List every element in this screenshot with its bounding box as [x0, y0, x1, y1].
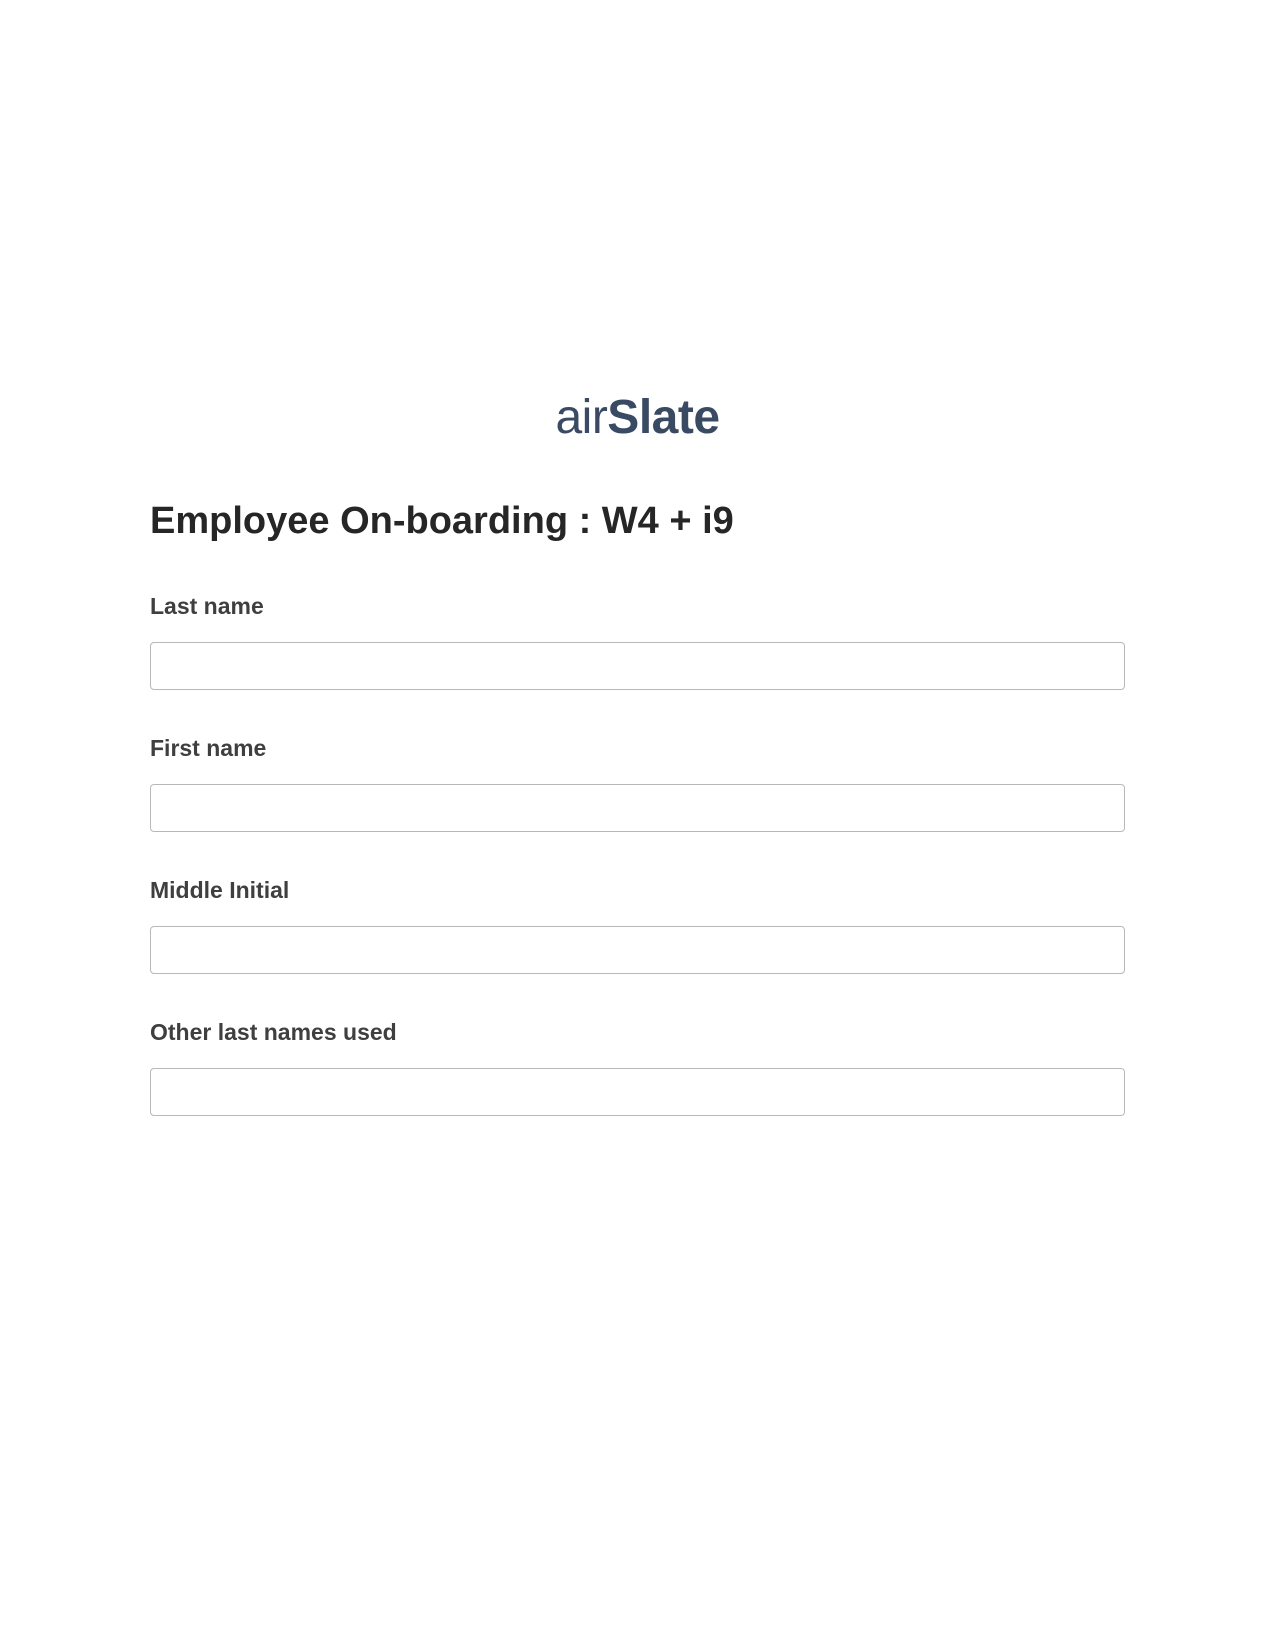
- form-title: Employee On-boarding : W4 + i9: [150, 500, 1125, 543]
- logo-suffix: Slate: [607, 391, 719, 444]
- brand-logo: airSlate: [555, 390, 719, 445]
- form-group-first-name: First name: [150, 735, 1125, 832]
- last-name-input[interactable]: [150, 642, 1125, 690]
- other-last-names-input[interactable]: [150, 1068, 1125, 1116]
- form-group-last-name: Last name: [150, 593, 1125, 690]
- last-name-label: Last name: [150, 593, 1125, 620]
- middle-initial-input[interactable]: [150, 926, 1125, 974]
- logo-wrapper: airSlate: [150, 390, 1125, 445]
- logo-prefix: air: [555, 391, 607, 444]
- middle-initial-label: Middle Initial: [150, 877, 1125, 904]
- other-last-names-label: Other last names used: [150, 1019, 1125, 1046]
- form-group-other-last-names: Other last names used: [150, 1019, 1125, 1116]
- first-name-label: First name: [150, 735, 1125, 762]
- first-name-input[interactable]: [150, 784, 1125, 832]
- page-container: airSlate Employee On-boarding : W4 + i9 …: [0, 0, 1275, 1116]
- form-group-middle-initial: Middle Initial: [150, 877, 1125, 974]
